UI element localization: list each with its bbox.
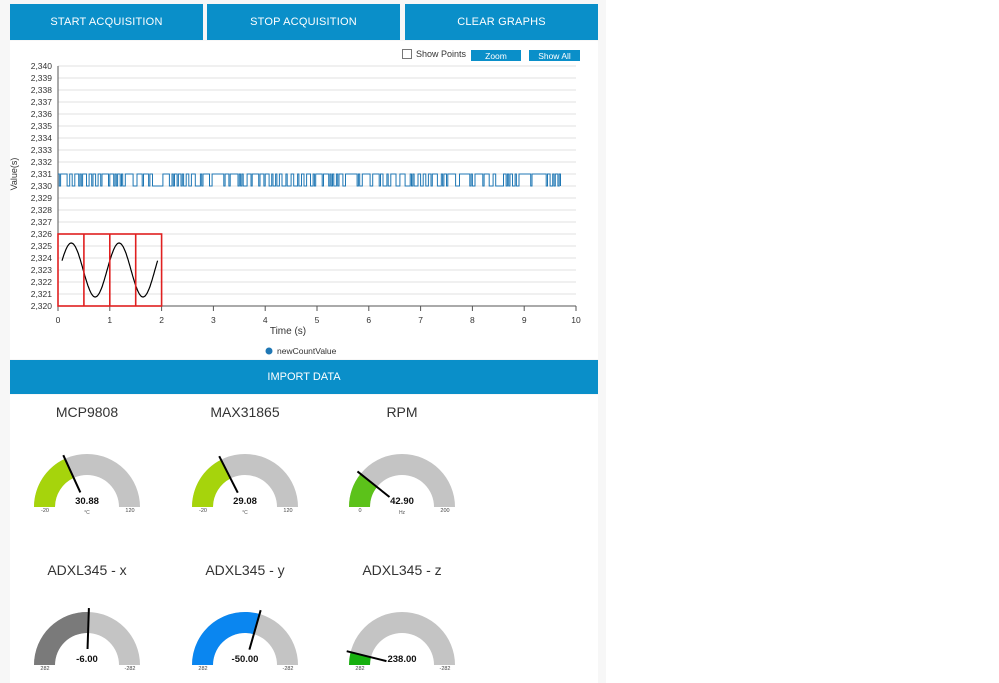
gauge-value: 238.00 — [387, 654, 417, 665]
x-tick-label: 3 — [211, 315, 216, 325]
y-tick-label: 2,331 — [31, 169, 53, 179]
gauge-min-label: 282 — [355, 666, 365, 672]
line-chart[interactable]: 2,320 2,321 2,322 2,323 2,324 2,325 2,326 2,327… — [0, 0, 606, 360]
gauge-value: -6.00 — [76, 654, 98, 665]
x-tick-label: 4 — [263, 315, 268, 325]
x-axis-label: Time (s) — [270, 326, 306, 337]
import-data-button[interactable]: IMPORT DATA — [10, 360, 598, 394]
gauge-title: ADXL345 - x — [47, 562, 127, 578]
x-tick-label: 10 — [571, 315, 581, 325]
gauge-min-label: 0 — [358, 508, 362, 514]
y-tick-label: 2,338 — [31, 85, 53, 95]
legend-marker — [265, 347, 273, 355]
y-tick-label: 2,322 — [31, 277, 53, 287]
x-tick-label: 5 — [315, 315, 320, 325]
series-line-newcountvalue — [58, 173, 561, 187]
y-tick-label: 2,333 — [31, 145, 53, 155]
y-tick-label: 2,330 — [31, 181, 53, 191]
gauge-title: MAX31865 — [210, 404, 280, 420]
x-tick-label: 1 — [107, 315, 112, 325]
gauge-title: ADXL345 - y — [205, 562, 285, 578]
y-tick-label: 2,324 — [31, 253, 53, 263]
legend-entry-newcountvalue[interactable]: newCountValue — [277, 346, 337, 356]
gauge-title: MCP9808 — [55, 404, 119, 420]
y-tick-label: 2,334 — [31, 133, 53, 143]
y-tick-label: 2,327 — [31, 217, 53, 227]
x-tick-label: 9 — [522, 315, 527, 325]
gauge-max-label: 120 — [283, 508, 293, 514]
x-tick-label: 2 — [159, 315, 164, 325]
y-tick-label: 2,336 — [31, 109, 53, 119]
y-tick-label: 2,335 — [31, 121, 53, 131]
x-tick-label: 6 — [366, 315, 371, 325]
x-axis-ticks: 0 1 2 3 4 5 6 7 8 9 10 — [56, 306, 581, 325]
y-tick-label: 2,328 — [31, 205, 53, 215]
gauge-min-label: 282 — [198, 666, 208, 672]
y-tick-label: 2,332 — [31, 157, 53, 167]
y-axis-label: Value(s) — [9, 158, 19, 191]
gauge-max-label: -282 — [124, 666, 136, 672]
y-tick-label: 2,325 — [31, 241, 53, 251]
gauge-title: ADXL345 - z — [362, 562, 442, 578]
y-tick-label: 2,340 — [31, 61, 53, 71]
gauge-min-label: 282 — [40, 666, 50, 672]
gauge-max-label: -282 — [439, 666, 451, 672]
gauge-max-label: 200 — [440, 508, 450, 514]
x-tick-label: 0 — [56, 315, 61, 325]
gauge-value: 29.08 — [233, 496, 257, 507]
x-tick-label: 8 — [470, 315, 475, 325]
gauge-unit: Hz — [398, 510, 406, 516]
gauge-value: 42.90 — [390, 496, 414, 507]
y-tick-label: 2,321 — [31, 289, 53, 299]
x-tick-label: 7 — [418, 315, 423, 325]
y-tick-label: 2,320 — [31, 301, 53, 311]
gauge-unit: °C — [84, 510, 90, 516]
y-tick-label: 2,329 — [31, 193, 53, 203]
gauge-unit: °C — [242, 510, 248, 516]
gauge-title: RPM — [386, 404, 418, 420]
gauge-max-label: 120 — [125, 508, 135, 514]
gauge-min-label: -20 — [199, 508, 207, 514]
gauge-min-label: -20 — [41, 508, 49, 514]
gauge-value: -50.00 — [231, 654, 259, 665]
gauge-value: 30.88 — [75, 496, 99, 507]
y-tick-label: 2,339 — [31, 73, 53, 83]
y-tick-label: 2,326 — [31, 229, 53, 239]
y-tick-label: 2,323 — [31, 265, 53, 275]
gauge-needle — [86, 607, 90, 650]
dashboard-panel: START ACQUISITION STOP ACQUISITION CLEAR… — [0, 0, 606, 683]
y-tick-label: 2,337 — [31, 97, 53, 107]
gauge-max-label: -282 — [282, 666, 294, 672]
y-axis-ticks: 2,320 2,321 2,322 2,323 2,324 2,325 2,326 2,327… — [31, 61, 53, 311]
